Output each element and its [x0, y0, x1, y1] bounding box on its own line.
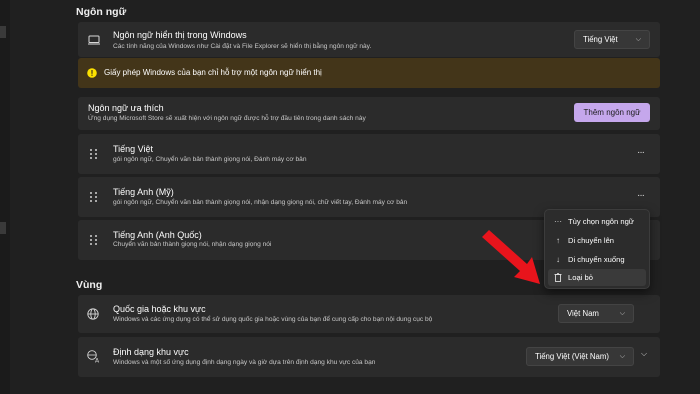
expand-chevron-icon[interactable]: ⌵: [641, 349, 647, 359]
language-row[interactable]: Tiếng Việt gói ngôn ngữ, Chuyển văn bản …: [78, 134, 660, 174]
display-language-dropdown[interactable]: Tiếng Việt ⌵: [574, 30, 650, 49]
country-title: Quốc gia hoặc khu vực: [113, 304, 206, 314]
menu-item-move-down[interactable]: ↓ Di chuyển xuống: [548, 251, 646, 268]
regional-format-icon: A: [87, 350, 100, 364]
regional-format-title: Định dạng khu vực: [113, 347, 189, 357]
menu-item-label: Loại bỏ: [568, 273, 593, 282]
menu-item-label: Di chuyển lên: [568, 236, 615, 245]
svg-text:A: A: [95, 358, 100, 364]
language-features: Chuyển văn bản thành giọng nói, nhận dạn…: [113, 241, 272, 248]
display-language-value: Tiếng Việt: [583, 35, 618, 44]
country-region-card: Quốc gia hoặc khu vực Windows và các ứng…: [78, 295, 660, 333]
menu-item-label: Tùy chọn ngôn ngữ: [568, 217, 634, 226]
more-options-icon[interactable]: ···: [637, 190, 645, 201]
nav-marker: [0, 222, 6, 234]
more-icon: ···: [554, 217, 562, 226]
language-name: Tiếng Anh (Anh Quốc): [113, 230, 202, 240]
preferred-languages-card: Ngôn ngữ ưa thích Ứng dụng Microsoft Sto…: [78, 97, 660, 130]
language-features: gói ngôn ngữ, Chuyển văn bản thành giọng…: [113, 156, 307, 163]
menu-item-remove[interactable]: Loại bỏ: [548, 269, 646, 286]
arrow-up-icon: ↑: [556, 236, 560, 245]
add-language-button[interactable]: Thêm ngôn ngữ: [574, 103, 650, 122]
warning-icon: [87, 68, 97, 78]
nav-strip: [0, 0, 10, 394]
chevron-down-icon: ⌵: [619, 309, 625, 317]
language-name: Tiếng Anh (Mỹ): [113, 187, 174, 197]
language-name: Tiếng Việt: [113, 144, 154, 154]
preferred-languages-desc: Ứng dụng Microsoft Store sẽ xuất hiện vớ…: [88, 115, 366, 122]
menu-item-language-options[interactable]: ··· Tùy chọn ngôn ngữ: [548, 213, 646, 230]
preferred-languages-title: Ngôn ngữ ưa thích: [88, 103, 164, 113]
regional-format-value: Tiếng Việt (Việt Nam): [535, 352, 609, 361]
monitor-icon: [88, 35, 100, 45]
section-title-language: Ngôn ngữ: [76, 6, 127, 18]
section-title-region: Vùng: [76, 279, 103, 291]
display-language-title: Ngôn ngữ hiển thị trong Windows: [113, 30, 247, 40]
language-features: gói ngôn ngữ, Chuyển văn bản thành giọng…: [113, 199, 408, 206]
arrow-down-icon: ↓: [556, 255, 560, 264]
display-language-card: Ngôn ngữ hiển thị trong Windows Các tính…: [78, 22, 660, 57]
license-warning-bar: Giấy phép Windows của bạn chỉ hỗ trợ một…: [78, 58, 660, 88]
country-dropdown[interactable]: Việt Nam ⌵: [558, 304, 634, 323]
nav-marker: [0, 26, 6, 38]
chevron-down-icon: ⌵: [635, 35, 641, 43]
chevron-down-icon: ⌵: [619, 352, 625, 360]
language-context-menu: ··· Tùy chọn ngôn ngữ ↑ Di chuyển lên ↓ …: [544, 209, 650, 289]
menu-item-move-up[interactable]: ↑ Di chuyển lên: [548, 232, 646, 249]
display-language-desc: Các tính năng của Windows như Cài đặt và…: [113, 43, 372, 50]
menu-item-label: Di chuyển xuống: [568, 255, 625, 264]
license-warning-text: Giấy phép Windows của bạn chỉ hỗ trợ một…: [104, 68, 322, 77]
drag-handle-icon[interactable]: [90, 235, 98, 245]
regional-format-desc: Windows và một số ứng dụng định dạng ngà…: [113, 359, 376, 366]
drag-handle-icon[interactable]: [90, 149, 98, 159]
regional-format-card: A Định dạng khu vực Windows và một số ứn…: [78, 337, 660, 377]
more-options-icon[interactable]: ···: [637, 147, 645, 158]
annotation-arrow: [482, 230, 540, 284]
country-value: Việt Nam: [567, 309, 599, 318]
trash-icon: [548, 273, 568, 283]
country-desc: Windows và các ứng dụng có thể sử dụng q…: [113, 316, 433, 323]
regional-format-dropdown[interactable]: Tiếng Việt (Việt Nam) ⌵: [526, 347, 634, 366]
drag-handle-icon[interactable]: [90, 192, 98, 202]
globe-icon: [87, 308, 99, 320]
